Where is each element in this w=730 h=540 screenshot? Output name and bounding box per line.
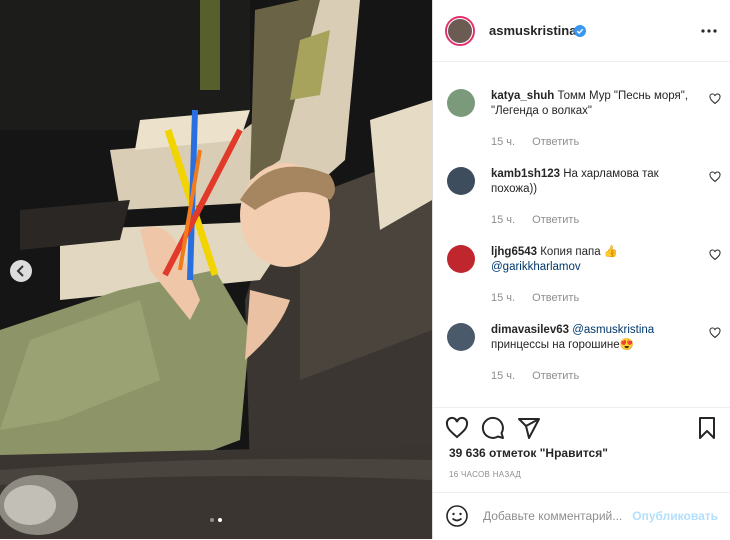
comment-like-icon[interactable] xyxy=(709,93,721,105)
comment-meta: 15 ч. Ответить xyxy=(491,291,579,306)
comment-mention[interactable]: @asmuskristina xyxy=(572,324,654,336)
commenter-avatar[interactable] xyxy=(447,245,475,273)
more-dots-icon[interactable] xyxy=(701,28,717,34)
photo-illustration xyxy=(0,0,432,539)
post-header: asmuskristina xyxy=(433,0,730,62)
comment-meta: 15 ч. Ответить xyxy=(491,213,579,228)
comment-text: katya_shuh Томм Мур "Песнь моря", "Леген… xyxy=(491,89,691,119)
reply-button[interactable]: Ответить xyxy=(532,214,579,226)
author-avatar[interactable] xyxy=(445,16,475,46)
carousel-indicator xyxy=(208,509,224,527)
comments-list[interactable]: katya_shuh Томм Мур "Песнь моря", "Леген… xyxy=(433,62,730,407)
carousel-dot-active xyxy=(218,518,222,522)
smiley-icon[interactable] xyxy=(445,504,469,528)
commenter-username[interactable]: katya_shuh xyxy=(491,90,554,102)
post-photo[interactable] xyxy=(0,0,432,539)
comment-like-icon[interactable] xyxy=(709,171,721,183)
comment-time: 15 ч. xyxy=(491,370,516,382)
commenter-avatar[interactable] xyxy=(447,323,475,351)
comment-icon[interactable] xyxy=(481,416,505,440)
comment-time: 15 ч. xyxy=(491,292,516,304)
commenter-username[interactable]: dimavasilev63 xyxy=(491,324,569,336)
comment-text: kamb1sh123 На харламова так похожа)) xyxy=(491,167,691,197)
commenter-username[interactable]: ljhg6543 xyxy=(491,246,537,258)
comment-time: 15 ч. xyxy=(491,136,516,148)
reply-button[interactable]: Ответить xyxy=(532,136,579,148)
comment-text: dimavasilev63 @asmuskristina принцессы н… xyxy=(491,323,691,353)
post-time[interactable]: 16 ЧАСОВ НАЗАД xyxy=(449,470,521,479)
comment-time: 15 ч. xyxy=(491,214,516,226)
post-side-panel: asmuskristina katya_shuh Томм Мур "Песнь… xyxy=(432,0,730,539)
paper-plane-icon[interactable] xyxy=(517,416,541,440)
prev-image-button[interactable] xyxy=(10,260,32,282)
comment-meta: 15 ч. Ответить xyxy=(491,369,579,384)
comment-like-icon[interactable] xyxy=(709,249,721,261)
verified-badge-icon xyxy=(574,25,586,37)
comment-body: принцессы на горошине😍 xyxy=(491,339,634,351)
heart-icon[interactable] xyxy=(445,416,469,440)
chevron-left-icon xyxy=(16,265,24,277)
comment-like-icon[interactable] xyxy=(709,327,721,339)
comment-mention[interactable]: @garikkharlamov xyxy=(491,261,581,273)
likes-count[interactable]: 39 636 отметок "Нравится" xyxy=(449,446,608,460)
bookmark-icon[interactable] xyxy=(695,416,719,440)
add-comment-bar: Добавьте комментарий... Опубликовать xyxy=(433,492,730,540)
comment-text: ljhg6543 Копия папа 👍 @garikkharlamov xyxy=(491,245,691,275)
comment-body: Копия папа 👍 xyxy=(540,246,619,258)
reply-button[interactable]: Ответить xyxy=(532,370,579,382)
comment-meta: 15 ч. Ответить xyxy=(491,135,579,150)
carousel-dot xyxy=(210,518,214,522)
author-username[interactable]: asmuskristina xyxy=(489,23,576,38)
reply-button[interactable]: Ответить xyxy=(532,292,579,304)
commenter-avatar[interactable] xyxy=(447,167,475,195)
publish-button[interactable]: Опубликовать xyxy=(632,509,718,523)
previous-comment-cutoff xyxy=(491,62,641,65)
commenter-username[interactable]: kamb1sh123 xyxy=(491,168,560,180)
comment-input[interactable]: Добавьте комментарий... xyxy=(483,509,622,523)
commenter-avatar[interactable] xyxy=(447,89,475,117)
